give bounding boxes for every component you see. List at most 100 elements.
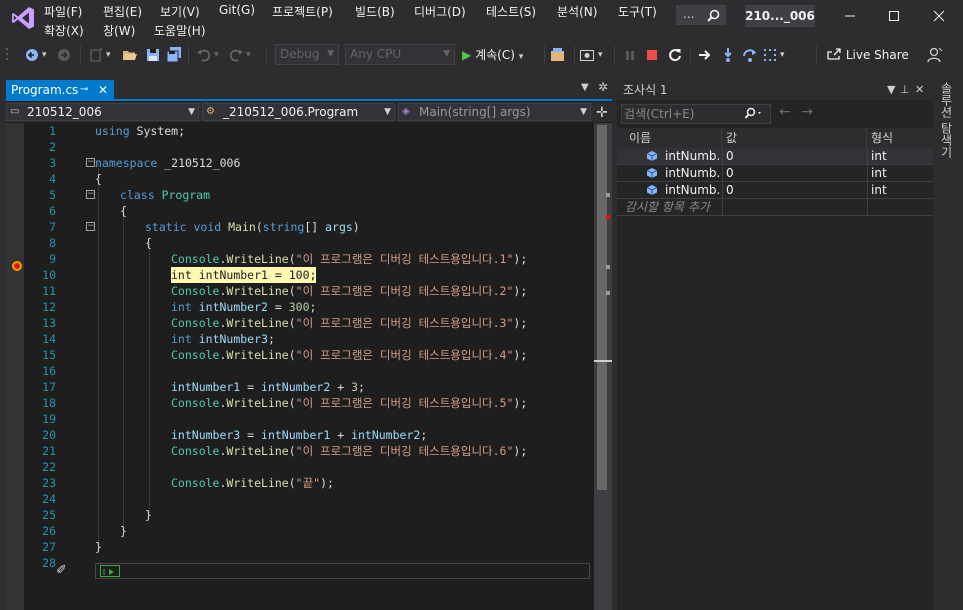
stop-icon[interactable] [645,45,659,65]
column-type-header[interactable]: 형식 [867,128,917,148]
code-line[interactable]: 23 Console.WriteLine("끝"); [6,475,594,491]
menu-tools[interactable]: 도구(T) [618,3,657,20]
menu-view[interactable]: 보기(V) [160,3,200,20]
back-dropdown-icon[interactable]: ▾ [42,45,47,65]
watch-row[interactable]: intNumb... 0 int [617,148,933,165]
code-line[interactable]: 6{ [6,203,594,219]
code-line[interactable]: 15 Console.WriteLine("이 프로그램은 디버깅 테스트용입니다… [6,347,594,363]
pause-icon[interactable] [624,45,636,65]
watch-row[interactable]: intNumb... 0 int [617,165,933,182]
undo-dropdown-icon[interactable]: ▾ [214,45,219,65]
split-editor-icon[interactable]: ✛ [596,105,608,121]
solution-explorer-tab[interactable]: 솔루션 탐색기 [935,82,955,162]
screenshot-dropdown-icon[interactable]: ▾ [598,45,603,65]
new-project-icon[interactable] [88,45,104,65]
class-select[interactable]: ⚙ _210512_006.Program ▼ [202,103,395,121]
code-line[interactable]: 18 Console.WriteLine("이 프로그램은 디버깅 테스트용입니다… [6,395,594,411]
search-previous-icon[interactable]: ← [779,104,791,120]
watch-value[interactable]: 0 [726,165,734,181]
debug-dropdown-icon[interactable]: ▾ [780,45,785,65]
window-options-icon[interactable]: ▼ [887,80,895,100]
menu-test[interactable]: 테스트(S) [486,3,536,20]
menu-help[interactable]: 도움말(H) [154,22,206,39]
code-line[interactable]: 13 Console.WriteLine("이 프로그램은 디버깅 테스트용입니다… [6,315,594,331]
application-insights-icon[interactable] [550,45,568,65]
menu-edit[interactable]: 편집(E) [103,3,142,20]
add-watch-placeholder[interactable]: 감시할 항목 추가 [617,199,717,215]
restart-icon[interactable] [667,45,683,65]
tab-program-cs[interactable]: Program.cs ⊸ ✕ [6,80,114,101]
navigate-back-icon[interactable] [24,45,40,65]
tab-list-dropdown-icon[interactable]: ▼ [581,82,589,93]
code-line[interactable]: 9 Console.WriteLine("이 프로그램은 디버깅 테스트용입니다.… [6,251,594,267]
code-line-current[interactable]: 26} [6,523,594,539]
code-line[interactable]: 7 static void Main(string[] args) [6,219,594,235]
search-next-icon[interactable]: → [801,104,813,120]
undo-icon[interactable] [196,45,212,65]
menu-analyze[interactable]: 분석(N) [557,3,597,20]
maximize-icon[interactable] [879,6,909,26]
column-value-header[interactable]: 값 [722,128,867,148]
code-line[interactable]: 3 namespace _210512_006 [6,155,594,171]
minimize-icon[interactable] [835,6,865,26]
menu-build[interactable]: 빌드(B) [355,3,395,20]
screenshot-icon[interactable] [579,45,595,65]
feedback-icon[interactable] [926,45,944,65]
code-line[interactable]: 14 int intNumber3; [6,331,594,347]
watch-value[interactable]: 0 [726,182,734,198]
code-line[interactable]: 24 [6,491,594,507]
pin-icon[interactable]: ⊸ [80,80,88,100]
code-line[interactable]: 22 [6,459,594,475]
code-line[interactable]: 19 [6,411,594,427]
code-line[interactable]: 16 [6,363,594,379]
menu-window[interactable]: 창(W) [103,22,135,39]
pin-icon[interactable]: ⊥ [900,80,910,100]
watch-search-input[interactable]: 검색(Ctrl+E) [621,104,771,124]
navigate-forward-icon[interactable] [56,45,72,65]
column-name-header[interactable]: 이름 [625,128,722,148]
search-icon[interactable] [744,107,764,121]
code-line[interactable]: 1 using System; [6,123,594,139]
solution-configuration-select[interactable]: Debug ▼ [275,44,339,65]
redo-icon[interactable] [228,45,244,65]
code-line[interactable]: 28 [6,555,594,571]
gear-icon[interactable]: ✲ [598,80,608,94]
open-folder-icon[interactable] [122,45,138,65]
editor-vertical-scrollbar[interactable] [594,123,612,610]
continue-button[interactable]: ▶ 계속(C) ▾ [462,45,523,65]
code-line[interactable]: 2 [6,139,594,155]
scrollbar-thumb[interactable] [597,125,607,490]
code-line[interactable]: 5 class Program [6,187,594,203]
watch-row[interactable]: intNumb... 0 int [617,182,933,199]
menu-git[interactable]: Git(G) [219,3,255,17]
menu-extensions[interactable]: 확장(X) [44,22,84,39]
member-select[interactable]: ◈ Main(string[] args) ▼ [398,103,591,121]
live-share-button[interactable]: Live Share [826,45,909,65]
code-line[interactable]: 11 Console.WriteLine("이 프로그램은 디버깅 테스트용입니다… [6,283,594,299]
project-select[interactable]: ▭ 210512_006 ▼ [6,103,199,121]
step-over-icon[interactable] [741,45,759,65]
code-line[interactable]: 4{ [6,171,594,187]
step-out-icon[interactable] [762,45,778,65]
code-line[interactable]: 8{ [6,235,594,251]
new-dropdown-icon[interactable]: ▾ [106,45,111,65]
solution-platform-select[interactable]: Any CPU ▼ [345,44,455,65]
menu-project[interactable]: 프로젝트(P) [272,3,333,20]
code-line[interactable]: 21 Console.WriteLine("이 프로그램은 디버깅 테스트용입니다… [6,443,594,459]
menu-file[interactable]: 파일(F) [44,3,82,20]
close-tab-icon[interactable]: ✕ [98,80,108,100]
code-line[interactable]: 20 intNumber3 = intNumber1 + intNumber2; [6,427,594,443]
save-all-icon[interactable] [165,45,183,65]
search-box[interactable]: ... [676,5,726,25]
code-line[interactable]: 25} [6,507,594,523]
save-icon[interactable] [145,45,161,65]
close-icon[interactable]: ✕ [915,80,924,100]
watch-value[interactable]: 0 [726,148,734,164]
watch-add-row[interactable]: 감시할 항목 추가 [617,199,933,216]
step-into-icon[interactable] [720,45,736,65]
code-area[interactable]: − − − ✐ 1 using System; 2 3 namespace _210… [6,123,612,610]
redo-dropdown-icon[interactable]: ▾ [246,45,251,65]
code-line[interactable]: 12 int intNumber2 = 300; [6,299,594,315]
menu-debug[interactable]: 디버그(D) [414,3,466,20]
code-line-breakpoint[interactable]: 10 int intNumber1 = 100; [6,267,594,283]
